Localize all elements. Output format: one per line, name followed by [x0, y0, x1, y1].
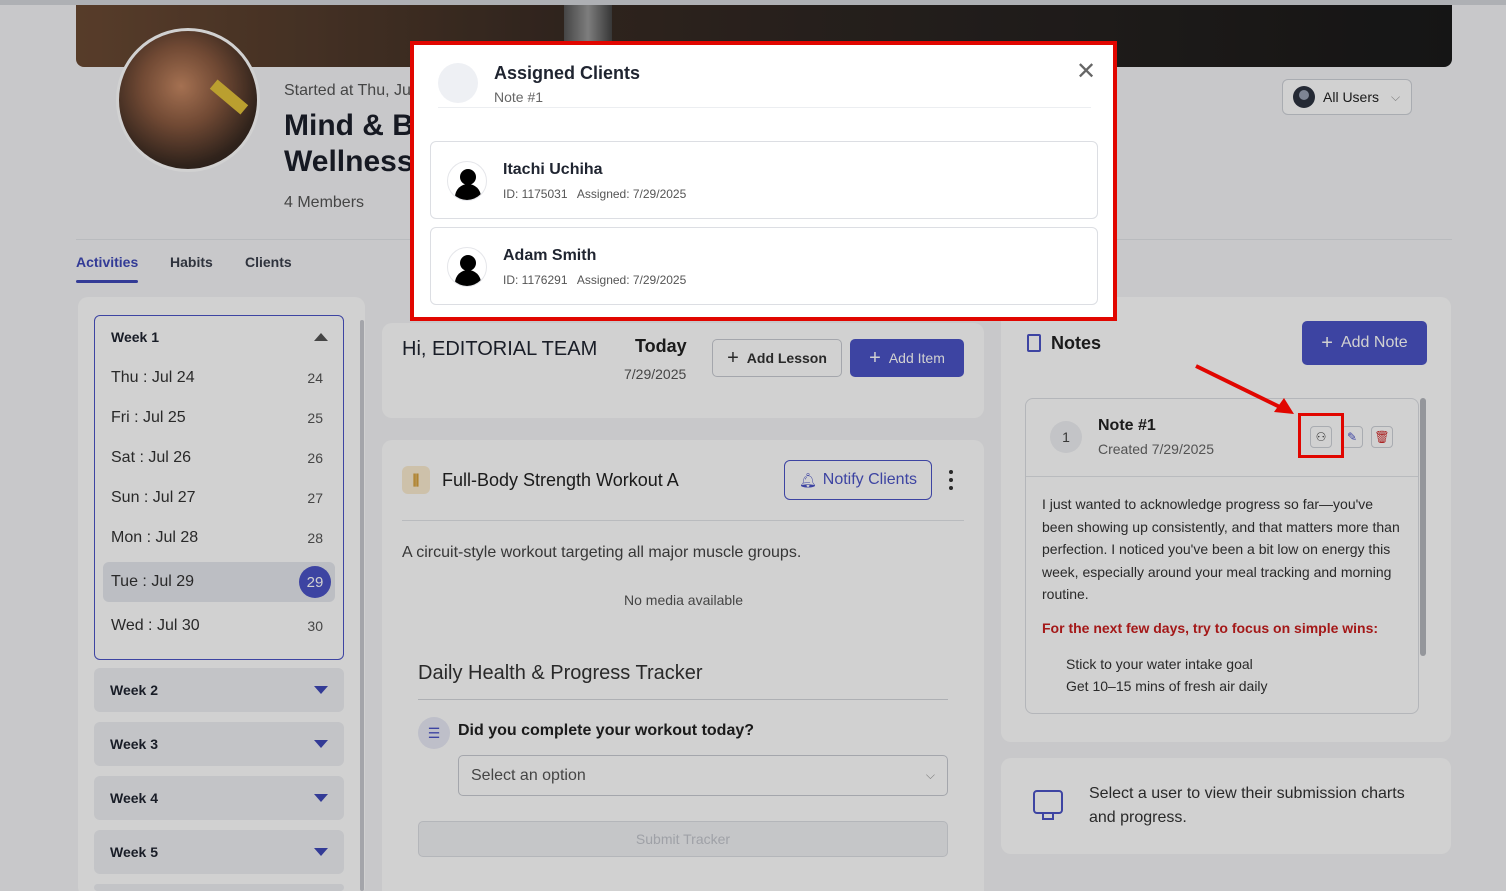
- client-card[interactable]: Itachi Uchiha ID: 1175031 Assigned: 7/29…: [430, 141, 1098, 219]
- client-assigned-date: Assigned: 7/29/2025: [576, 187, 687, 201]
- annotation-arrow: [1195, 364, 1294, 414]
- divider: [438, 107, 1091, 108]
- modal-subtitle: Note #1: [494, 89, 544, 105]
- person-icon: [447, 161, 487, 201]
- client-meta: ID: 1175031 Assigned: 7/29/2025: [503, 187, 686, 201]
- client-meta: ID: 1176291 Assigned: 7/29/2025: [503, 273, 686, 287]
- client-id: ID: 1176291: [503, 273, 568, 287]
- modal-title: Assigned Clients: [494, 63, 641, 83]
- client-name: Adam Smith: [503, 247, 597, 264]
- person-icon: [447, 247, 487, 287]
- client-card[interactable]: Adam Smith ID: 1176291 Assigned: 7/29/20…: [430, 227, 1098, 305]
- modal-avatar: [438, 63, 478, 103]
- client-assigned-date: Assigned: 7/29/2025: [576, 273, 687, 287]
- client-id: ID: 1175031: [503, 187, 568, 201]
- client-name: Itachi Uchiha: [503, 161, 603, 178]
- annotation-highlight-box: [1298, 413, 1344, 458]
- close-icon[interactable]: ✕: [1076, 60, 1096, 84]
